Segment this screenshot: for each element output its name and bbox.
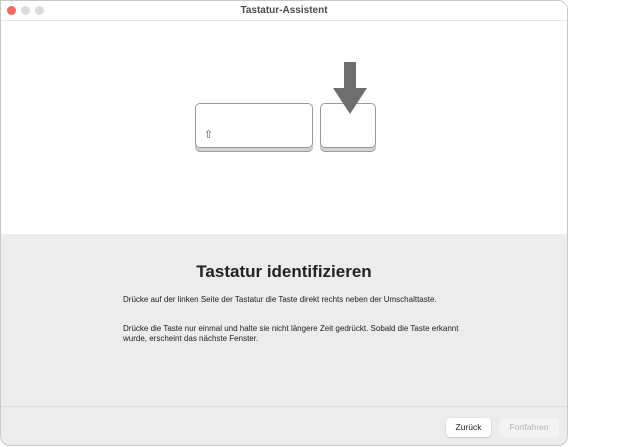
shift-key: ⇧: [195, 103, 313, 148]
minimize-button[interactable]: [21, 6, 30, 15]
footer-divider: [1, 406, 567, 407]
continue-button[interactable]: Fortfahren: [499, 418, 559, 437]
back-button[interactable]: Zurück: [446, 418, 491, 437]
keyboard-illustration: ⇧: [1, 22, 567, 234]
content-panel: Tastatur identifizieren Drücke auf der l…: [1, 234, 567, 445]
zoom-button[interactable]: [35, 6, 44, 15]
assistant-window: Tastatur-Assistent ⇧ Tastatur identifizi…: [0, 0, 568, 446]
page-title: Tastatur identifizieren: [196, 262, 372, 281]
instruction-text: Drücke auf der linken Seite der Tastatur…: [123, 295, 437, 304]
down-arrow-icon: [333, 62, 367, 114]
shift-icon: ⇧: [204, 129, 214, 141]
title-bar: Tastatur-Assistent: [1, 1, 567, 21]
hint-text: Drücke die Taste nur einmal und halte si…: [123, 324, 459, 343]
window-title: Tastatur-Assistent: [240, 5, 328, 16]
close-button[interactable]: [7, 6, 16, 15]
